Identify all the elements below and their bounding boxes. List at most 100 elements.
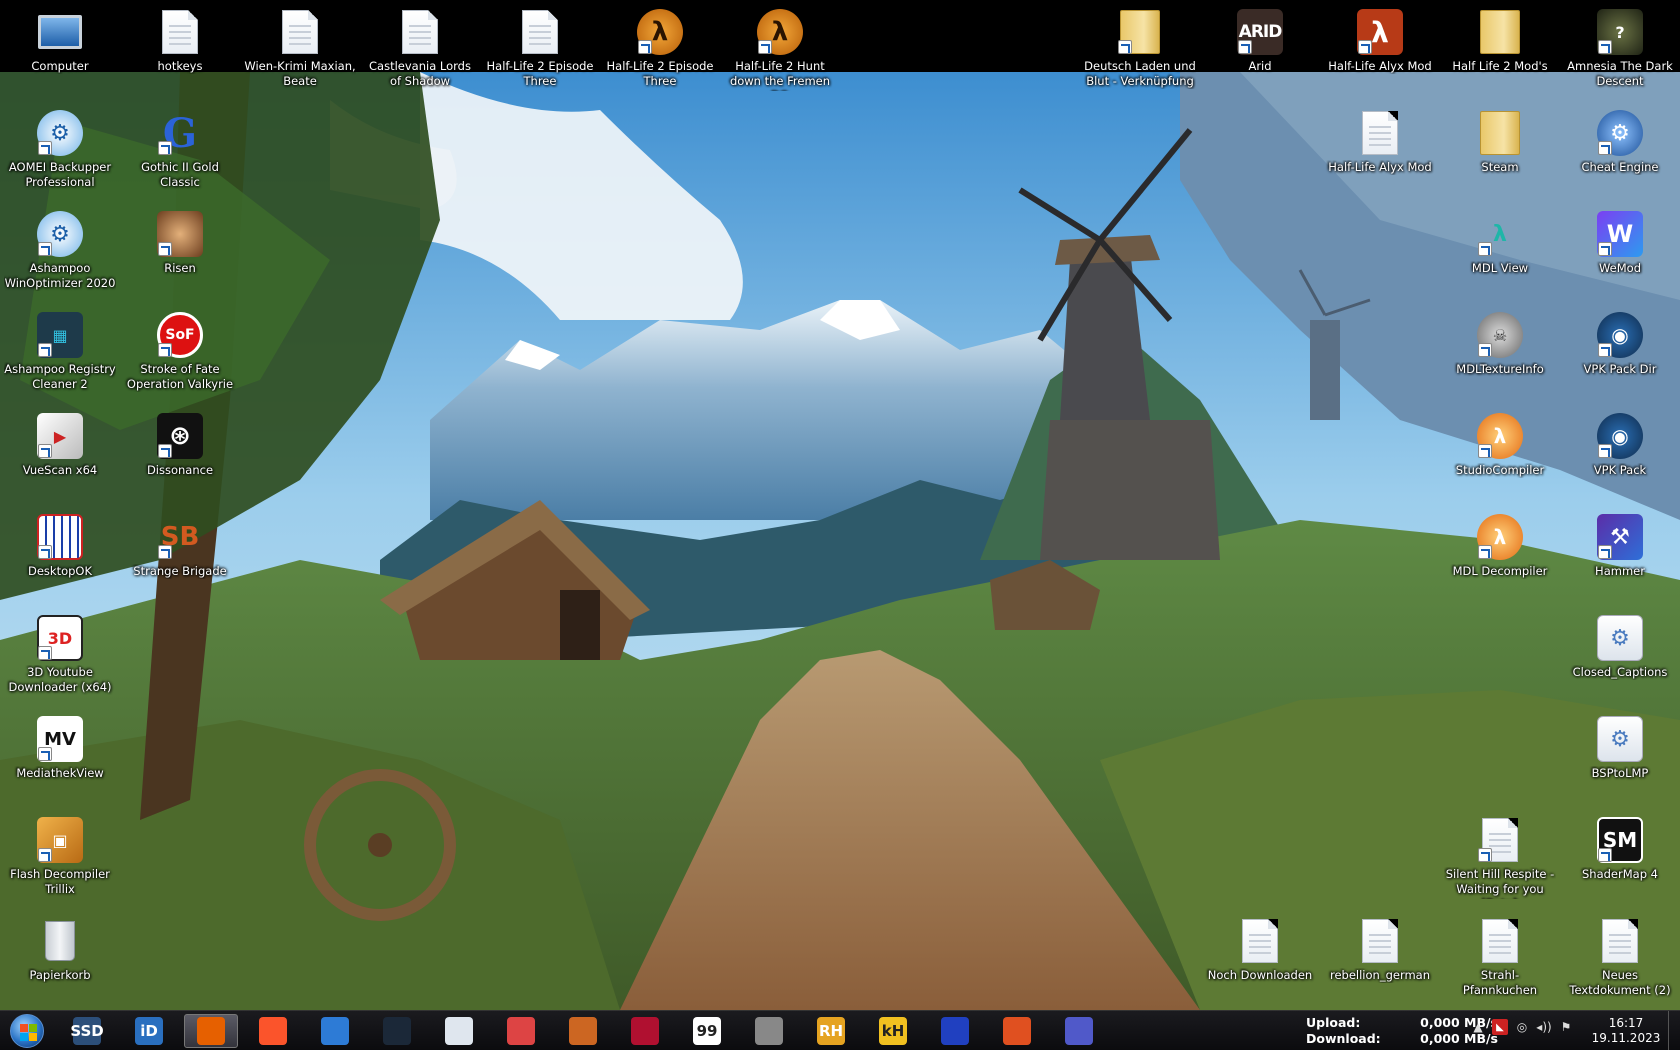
start-orb-icon	[10, 1014, 44, 1048]
desktop-icon-ashampoo-rc[interactable]: ▦ Ashampoo Registry Cleaner 2	[4, 305, 116, 397]
desktop-icon-amnesia[interactable]: ? Amnesia The Dark Descent	[1564, 2, 1676, 94]
desktop-icon-mdltextureinfo[interactable]: ☠ MDLTextureInfo	[1444, 305, 1556, 397]
taskbar-app-kh-app[interactable]: kH	[866, 1014, 920, 1048]
studiocompiler-icon: λ	[1476, 513, 1524, 561]
taskbar-app-thunderbird[interactable]	[308, 1014, 362, 1048]
desktop-icon-label: Silent Hill Respite - Waiting for you [B…	[1445, 867, 1555, 899]
desktop-icon-hl2-hunt[interactable]: λHalf-Life 2 Hunt down the Fremen DC	[724, 2, 836, 94]
desktop-icon-label: Half-Life 2 Episode Three	[606, 59, 714, 88]
taskbar-app-rh-app[interactable]: RH	[804, 1014, 858, 1048]
tray-antivirus-icon[interactable]: ◣	[1492, 1019, 1508, 1035]
desktop-icon-strange-brigade[interactable]: SB Strange Brigade	[124, 507, 236, 599]
desktop-icon-arid[interactable]: ARID Arid	[1204, 2, 1316, 94]
taskbar-app-teams[interactable]	[1052, 1014, 1106, 1048]
text-document-icon	[1476, 917, 1524, 965]
desktop-icon-dissonance[interactable]: ⊛ Dissonance	[124, 406, 236, 498]
tray-expand-icon[interactable]: ▲	[1470, 1019, 1486, 1035]
tray-steam-icon[interactable]: ◎	[1514, 1019, 1530, 1035]
half-life-alyx-icon: λ	[1356, 8, 1404, 56]
brave-icon	[259, 1017, 287, 1045]
desktop-icon-papierkorb[interactable]: Papierkorb	[4, 911, 116, 1003]
desktop-icon-desktopok[interactable]: DesktopOK	[4, 507, 116, 599]
desktop-icon-rebellion-german[interactable]: rebellion_german	[1324, 911, 1436, 1003]
taskbar-app-wifi-app[interactable]	[928, 1014, 982, 1048]
folder-icon	[1476, 109, 1524, 157]
desktop-icon-mdl-decompiler[interactable]: λ MDL Decompiler	[1444, 507, 1556, 599]
desktop-icon-label: StudioCompiler	[1455, 463, 1545, 477]
desktop-icon-risen[interactable]: Risen	[124, 204, 236, 296]
desktop-icon-label: Flash Decompiler Trillix	[10, 867, 110, 896]
desktop-icon-gothic2[interactable]: G Gothic II Gold Classic	[124, 103, 236, 195]
desktop-icon-noch-downloaden[interactable]: Noch Downloaden	[1204, 911, 1316, 1003]
desktop-icon-steam-folder[interactable]: Steam	[1444, 103, 1556, 195]
desktop-icon-hl2-ep3-doc[interactable]: Half-Life 2 Episode Three	[484, 2, 596, 94]
desktop-icon-mediathekview[interactable]: MV MediathekView	[4, 709, 116, 801]
text-document-icon	[1476, 816, 1524, 864]
desktop-icon-ashampoo-wo[interactable]: ⚙ Ashampoo WinOptimizer 2020	[4, 204, 116, 296]
desktop-icon-bsptolmp[interactable]: ⚙ BSPtoLMP	[1564, 709, 1676, 801]
desktop-icon-closed-captions[interactable]: ⚙ Closed_Captions	[1564, 608, 1676, 700]
desktop-icon-label: Strahl-Pfannkuchen	[1462, 968, 1538, 997]
taskbar-app-brave[interactable]	[246, 1014, 300, 1048]
desktop-icon-label: WeMod	[1598, 261, 1642, 275]
flame-icon	[507, 1017, 535, 1045]
signal-icon	[941, 1017, 969, 1045]
taskbar-app-game-launcher[interactable]	[556, 1014, 610, 1048]
desktop-icon-computer[interactable]: Computer	[4, 2, 116, 94]
tray-action-center-icon[interactable]: ⚑	[1558, 1019, 1574, 1035]
tray-volume-icon[interactable]: ◂))	[1536, 1019, 1552, 1035]
desktop-icon-hl-alyx-mod-doc[interactable]: Half-Life Alyx Mod	[1324, 103, 1436, 195]
folder-icon	[1476, 8, 1524, 56]
steam-icon: ◉	[1596, 412, 1644, 460]
studiocompiler-icon: λ	[1476, 412, 1524, 460]
desktop-icon-hl2-mods[interactable]: Half Life 2 Mod's	[1444, 2, 1556, 94]
desktop-icon-sof[interactable]: SoF Stroke of Fate Operation Valkyrie	[124, 305, 236, 397]
shortcut-arrow-icon	[1358, 40, 1372, 54]
desktop-icon-flash-decompiler[interactable]: ▣ Flash Decompiler Trillix	[4, 810, 116, 902]
desktop-icon-label: Neues Textdokument (2)	[1569, 968, 1671, 997]
start-button[interactable]	[4, 1013, 50, 1049]
taskbar-app-tool-app[interactable]	[742, 1014, 796, 1048]
taskbar-app-speaker-app[interactable]	[990, 1014, 1044, 1048]
desktop-icon-shadermap[interactable]: SM ShaderMap 4	[1564, 810, 1676, 902]
desktop-icon-deutsch-laden[interactable]: Deutsch Laden und Blut - Verknüpfung	[1084, 2, 1196, 94]
desktop-icon-hammer[interactable]: ⚒ Hammer	[1564, 507, 1676, 599]
desktop-icon-vuescan[interactable]: ▶ VueScan x64	[4, 406, 116, 498]
desktop-icon-neues-textdokument[interactable]: Neues Textdokument (2)	[1564, 911, 1676, 1003]
desktop-icon-3d-youtube[interactable]: 3D 3D Youtube Downloader (x64)	[4, 608, 116, 700]
wemod-icon: W	[1596, 210, 1644, 258]
show-desktop-button[interactable]	[1668, 1011, 1680, 1050]
desktop-icon-wien-krimi[interactable]: Wien-Krimi Maxian, Beate	[244, 2, 356, 94]
taskbar-app-burner[interactable]	[494, 1014, 548, 1048]
desktop-icon-silent-hill[interactable]: Silent Hill Respite - Waiting for you [B…	[1444, 810, 1556, 902]
desktop-icon-label: Hammer	[1595, 564, 1645, 578]
taskbar-app-flag-app[interactable]	[618, 1014, 672, 1048]
taskbar-app-id-app[interactable]: iD	[122, 1014, 176, 1048]
desktop-icon-label: Ashampoo WinOptimizer 2020	[4, 261, 116, 290]
clock[interactable]: 16:17 19.11.2023	[1590, 1016, 1662, 1046]
taskbar-app-steam[interactable]	[370, 1014, 424, 1048]
desktop-icon-castlevania[interactable]: Castlevania Lords of Shadow	[364, 2, 476, 94]
desktop-icon-mdl-view[interactable]: λ MDL View	[1444, 204, 1556, 296]
shortcut-arrow-icon	[38, 747, 52, 761]
text-document-icon	[1236, 917, 1284, 965]
desktop-icon-vpk-pack-dir[interactable]: ◉ VPK Pack Dir	[1564, 305, 1676, 397]
desktop-icon-strahl[interactable]: Strahl-Pfannkuchen	[1444, 911, 1556, 1003]
taskbar-app-firefox[interactable]	[184, 1014, 238, 1048]
desktop-icon-hotkeys[interactable]: hotkeys	[124, 2, 236, 94]
desktop-icon-studiocompiler[interactable]: λ StudioCompiler	[1444, 406, 1556, 498]
desktop-icon-aomei[interactable]: ⚙ AOMEI Backupper Professional	[4, 103, 116, 195]
taskbar-app-calendar-app[interactable]: 99	[680, 1014, 734, 1048]
desktop-icon-label: VPK Pack Dir	[1583, 362, 1657, 376]
system-tray: ▲ ◣ ◎ ◂)) ⚑	[1470, 1019, 1574, 1035]
id-card-icon: iD	[135, 1017, 163, 1045]
teams-icon	[1065, 1017, 1093, 1045]
desktop-icon-hl2-ep3[interactable]: λ Half-Life 2 Episode Three	[604, 2, 716, 94]
desktop-icon-cheat-engine[interactable]: ⚙ Cheat Engine	[1564, 103, 1676, 195]
taskbar-app-ssd-tool[interactable]: SSD	[60, 1014, 114, 1048]
desktop-icon-label: Wien-Krimi Maxian, Beate	[244, 59, 356, 88]
taskbar-app-explorer-window[interactable]	[432, 1014, 486, 1048]
desktop-icon-wemod[interactable]: W WeMod	[1564, 204, 1676, 296]
desktop-icon-hl-alyx-mod[interactable]: λ Half-Life Alyx Mod	[1324, 2, 1436, 94]
desktop-icon-vpk-pack[interactable]: ◉ VPK Pack	[1564, 406, 1676, 498]
